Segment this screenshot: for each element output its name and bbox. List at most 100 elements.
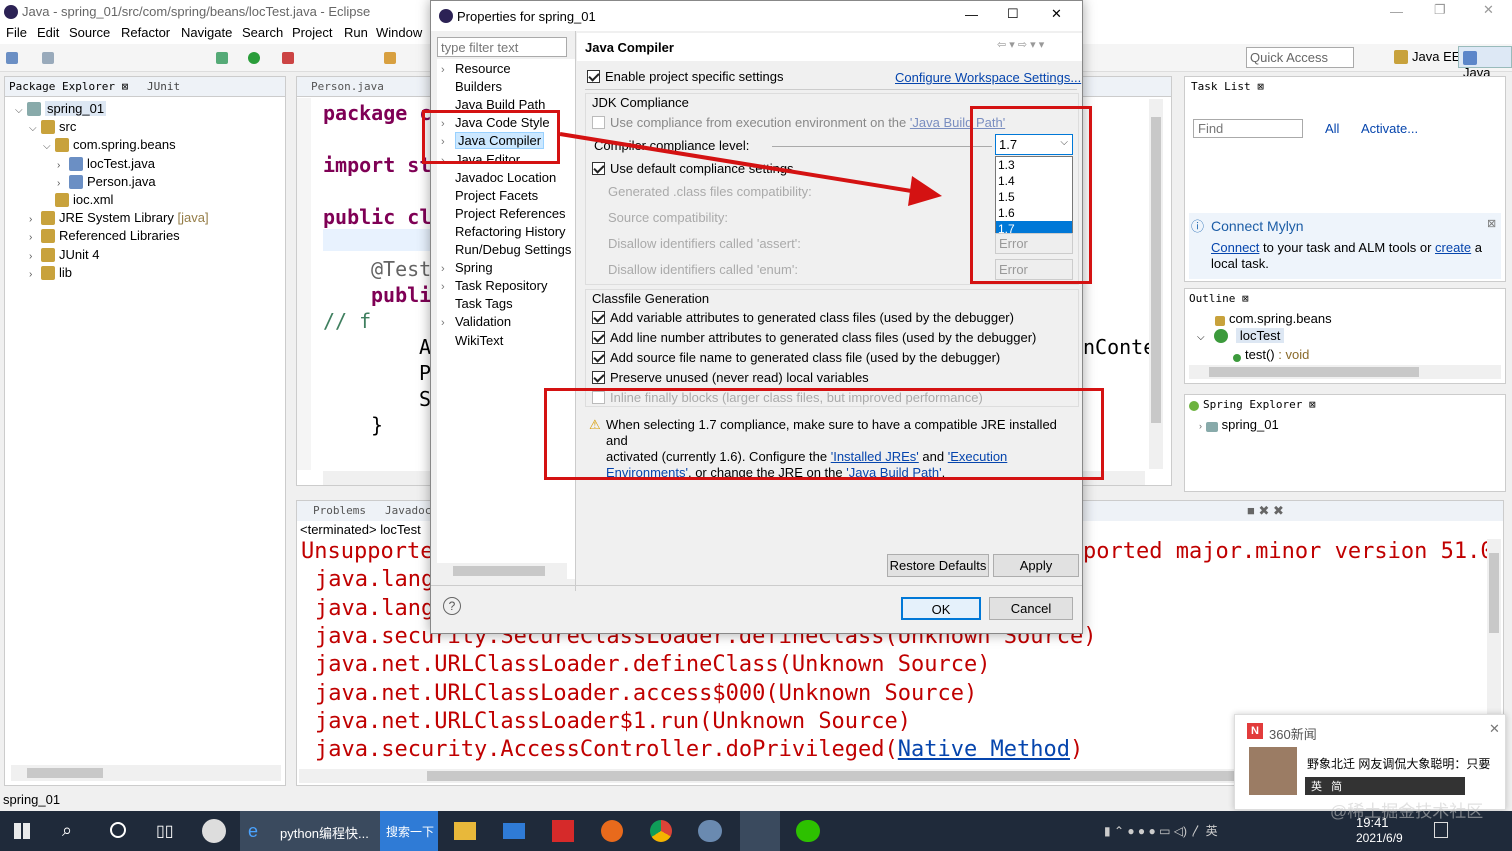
menu-source[interactable]: Source: [69, 25, 110, 40]
checkbox[interactable]: [592, 371, 605, 384]
editor-vscroll-thumb[interactable]: [1151, 117, 1161, 423]
tree-item[interactable]: › JRE System Library [java]: [29, 210, 209, 226]
tab-junit[interactable]: JUnit: [147, 80, 180, 93]
search-tool-icon[interactable]: [384, 52, 396, 64]
help-icon[interactable]: ?: [443, 597, 461, 615]
task-find-input[interactable]: Find: [1193, 119, 1303, 138]
nav-item[interactable]: › Resource: [441, 61, 511, 76]
menu-file[interactable]: File: [6, 25, 27, 40]
classfile-opt-source-file[interactable]: Add source file name to generated class …: [592, 350, 1000, 365]
nav-item[interactable]: Project Facets: [441, 188, 538, 203]
tree-item[interactable]: ⌵ com.spring.beans: [43, 137, 176, 153]
chrome-icon[interactable]: [650, 820, 672, 842]
maximize-icon[interactable]: ❐: [1434, 2, 1446, 18]
editor-vscroll[interactable]: [1149, 99, 1163, 469]
nav-item[interactable]: Refactoring History: [441, 224, 566, 239]
menu-project[interactable]: Project: [292, 25, 332, 40]
ime-en[interactable]: 英: [1311, 781, 1322, 793]
menu-search[interactable]: Search: [242, 25, 283, 40]
expand-icon[interactable]: ›: [441, 281, 455, 293]
tab-javadoc[interactable]: Javadoc: [385, 504, 431, 517]
tree-item[interactable]: › Person.java: [57, 174, 156, 189]
task-all-link[interactable]: All: [1325, 121, 1339, 136]
tab-task-list[interactable]: Task List ⊠: [1191, 80, 1264, 93]
tray-icons[interactable]: ▮ ⌃ ● ● ● ▭ ◁) 〳 英: [1104, 822, 1218, 839]
minimize-icon[interactable]: —: [1390, 4, 1403, 19]
tree-item[interactable]: ioc.xml: [43, 192, 113, 207]
news-close-icon[interactable]: ✕: [1489, 721, 1500, 737]
nav-back-icon[interactable]: ⇦ ▾ ⇨ ▾ ▾: [997, 38, 1044, 51]
enable-specific-checkbox[interactable]: [587, 70, 600, 83]
menu-navigate[interactable]: Navigate: [181, 25, 232, 40]
file-explorer-icon[interactable]: [454, 822, 476, 840]
youdao-icon[interactable]: [552, 820, 574, 842]
expand-icon[interactable]: ⌵: [15, 105, 27, 116]
nav-item[interactable]: › Validation: [441, 314, 511, 329]
cancel-button[interactable]: Cancel: [989, 597, 1073, 620]
enable-specific-row[interactable]: Enable project specific settings: [587, 69, 783, 84]
start-icon[interactable]: [14, 823, 30, 839]
console-vscroll-thumb[interactable]: [1489, 553, 1499, 633]
task-activate-link[interactable]: Activate...: [1361, 121, 1418, 136]
tab-spring-explorer[interactable]: Spring Explorer ⊠: [1189, 398, 1316, 411]
dialog-minimize-icon[interactable]: —: [965, 7, 978, 22]
filter-input[interactable]: type filter text: [437, 37, 567, 57]
outline-class-row[interactable]: ⌵ locTest: [1197, 328, 1477, 346]
taskbar-item-python[interactable]: e python编程快...: [240, 811, 380, 851]
menu-run[interactable]: Run: [344, 25, 368, 40]
mail-icon[interactable]: [503, 823, 525, 839]
dialog-maximize-icon[interactable]: ☐: [1007, 6, 1019, 22]
expand-icon[interactable]: ›: [441, 317, 455, 329]
expand-icon[interactable]: ⌵: [43, 141, 55, 152]
classfile-opt-line-number[interactable]: Add line number attributes to generated …: [592, 330, 1036, 345]
scroll-thumb[interactable]: [27, 768, 103, 778]
expand-icon[interactable]: ›: [29, 251, 41, 262]
outline-expand-icon[interactable]: ⌵: [1197, 332, 1205, 343]
cortana-icon[interactable]: [110, 822, 126, 838]
tab-package-explorer[interactable]: Package Explorer ⊠: [9, 80, 128, 93]
tree-item[interactable]: › locTest.java: [57, 156, 155, 171]
tree-item[interactable]: ⌵ spring_01: [15, 101, 107, 116]
mylyn-connect-link[interactable]: Connect: [1211, 240, 1259, 255]
new-icon[interactable]: [6, 52, 18, 64]
external-tools-icon[interactable]: [282, 52, 294, 64]
expand-icon[interactable]: ›: [29, 214, 41, 225]
firefox-icon[interactable]: [601, 820, 623, 842]
nav-hscroll[interactable]: [437, 563, 567, 579]
expand-icon[interactable]: ⌵: [29, 123, 41, 134]
expand-icon[interactable]: ›: [29, 232, 41, 243]
news-notification[interactable]: N 360新闻 ✕ 野象北迁 网友调侃大象聪明：只要 英 简: [1234, 714, 1506, 810]
nav-item[interactable]: Builders: [441, 79, 502, 94]
nav-item[interactable]: WikiText: [441, 333, 503, 348]
configure-workspace-link[interactable]: Configure Workspace Settings...: [895, 70, 1081, 85]
tree-item[interactable]: › JUnit 4: [29, 247, 99, 262]
nav-item[interactable]: Task Tags: [441, 296, 513, 311]
tree-item[interactable]: › Referenced Libraries: [29, 228, 180, 244]
close-icon[interactable]: ✕: [1483, 2, 1494, 18]
expand-icon[interactable]: ›: [29, 269, 41, 280]
wechat-icon[interactable]: [796, 820, 820, 842]
nav-item[interactable]: › Task Repository: [441, 278, 547, 293]
tree-item[interactable]: › lib: [29, 265, 72, 280]
outline-method[interactable]: test() : void: [1233, 347, 1309, 362]
spring-explorer-item[interactable]: › spring_01: [1199, 417, 1279, 432]
quick-access-input[interactable]: Quick Access: [1246, 47, 1354, 68]
tree-item[interactable]: ⌵ src: [29, 119, 76, 135]
outline-hscroll[interactable]: [1189, 365, 1501, 379]
package-explorer-hscroll[interactable]: [11, 765, 281, 781]
classfile-opt-variable[interactable]: Add variable attributes to generated cla…: [592, 310, 1014, 325]
menu-edit[interactable]: Edit: [37, 25, 59, 40]
ime-simplified[interactable]: 简: [1331, 781, 1342, 793]
expand-icon[interactable]: ›: [1199, 421, 1202, 431]
checkbox[interactable]: [592, 351, 605, 364]
tab-person-java[interactable]: Person.java: [311, 80, 384, 93]
nav-hscroll-thumb[interactable]: [453, 566, 545, 576]
task-view-icon[interactable]: ▯▯: [156, 821, 174, 841]
notification-center-icon[interactable]: [1434, 822, 1448, 838]
expand-icon[interactable]: ›: [441, 64, 455, 76]
checkbox[interactable]: [592, 331, 605, 344]
save-icon[interactable]: [42, 52, 54, 64]
native-method-link[interactable]: Native Method: [898, 737, 1070, 762]
menu-window[interactable]: Window: [376, 25, 422, 40]
eclipse-taskbar-icon[interactable]: [740, 811, 780, 851]
